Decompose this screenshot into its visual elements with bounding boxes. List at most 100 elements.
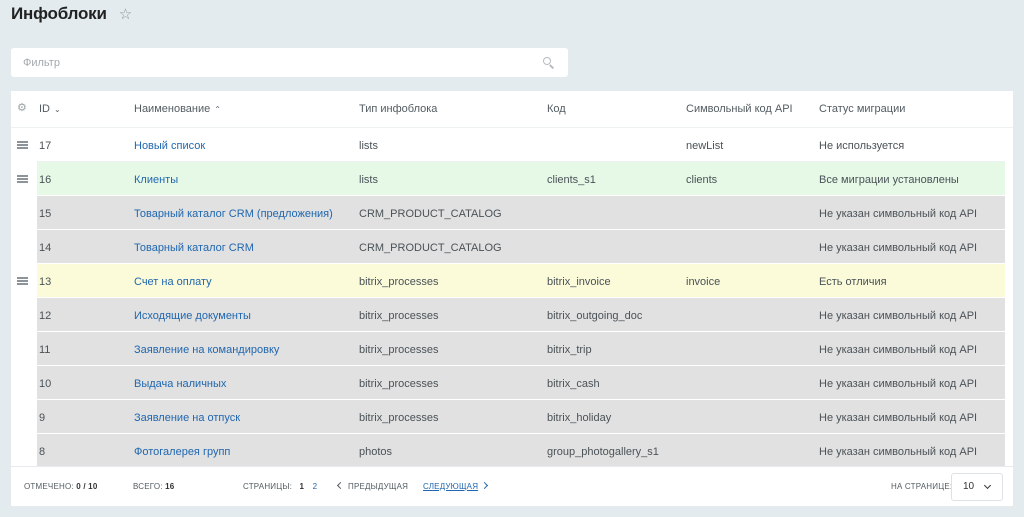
gear-icon[interactable]: ⚙ [17, 103, 27, 114]
pages-label: Страницы: [243, 482, 293, 491]
cell-code: clients_s1 [547, 174, 596, 186]
selected-label: Отмечено: [24, 482, 74, 491]
cell-id: 12 [39, 310, 52, 322]
table-row[interactable]: 17 Новый список lists newList Не используетс… [11, 128, 1013, 162]
cell-type: photos [359, 446, 393, 458]
prev-page-label: Предыдущая [348, 482, 409, 491]
page-link-2[interactable]: 2 [313, 482, 318, 491]
total-label: Всего: [133, 482, 163, 491]
column-header-api-code[interactable]: Символьный код API [686, 91, 793, 128]
grid-header: ⚙ ID ⌄ Наименование ⌃ Тип инфоблока Код Си… [11, 91, 1013, 128]
column-header-status[interactable]: Статус миграции [819, 91, 905, 128]
table-row[interactable]: 15 Товарный каталог CRM (предложения) CRM_… [11, 196, 1013, 230]
cell-type: bitrix_processes [359, 378, 439, 390]
table-row[interactable]: 14 Товарный каталог CRM CRM_PRODUCT_CATALO… [11, 230, 1013, 264]
table-row[interactable]: 13 Счет на оплату bitrix_processes bitrix_i… [11, 264, 1013, 298]
cell-status: Не указан символьный код API [819, 242, 978, 254]
table-row[interactable]: 11 Заявление на командировку bitrix_proces… [11, 332, 1013, 366]
cell-api-code: clients [686, 174, 718, 186]
next-page[interactable]: Следующая [423, 467, 489, 507]
cell-name[interactable]: Заявление на отпуск [134, 400, 240, 434]
column-header-id-label: ID [39, 103, 50, 115]
cell-api-code: newList [686, 140, 724, 152]
per-page-value: 10 [963, 481, 975, 492]
filter-box [11, 48, 568, 77]
cell-status: Не указан символьный код API [819, 344, 978, 356]
star-icon[interactable]: ☆ [119, 7, 132, 22]
cell-status: Все миграции установлены [819, 174, 959, 186]
prev-page[interactable]: Предыдущая [336, 467, 409, 507]
selected-value: 0 / 10 [76, 482, 98, 491]
chevron-right-icon [481, 482, 489, 490]
page-current: 1 [299, 482, 305, 491]
cell-name[interactable]: Товарный каталог CRM (предложения) [134, 196, 333, 230]
cell-status: Не используется [819, 140, 905, 152]
table-row[interactable]: 10 Выдача наличных bitrix_processes bitrix_… [11, 366, 1013, 400]
cell-status: Не указан символьный код API [819, 310, 978, 322]
cell-status: Не указан символьный код API [819, 412, 978, 424]
selected-counter: Отмечено: 0 / 10 [24, 467, 97, 507]
chevron-left-icon [336, 482, 345, 490]
cell-code: bitrix_trip [547, 344, 592, 356]
cell-type: lists [359, 174, 378, 186]
cell-name[interactable]: Исходящие документы [134, 298, 251, 332]
cell-name[interactable]: Новый список [134, 128, 205, 162]
cell-status: Не указан символьный код API [819, 378, 978, 390]
cell-id: 11 [39, 344, 51, 356]
column-header-id[interactable]: ID ⌄ [39, 91, 61, 128]
cell-code: bitrix_cash [547, 378, 600, 390]
drag-handle-icon[interactable] [17, 141, 28, 149]
cell-id: 17 [39, 140, 52, 152]
table-row[interactable]: 16 Клиенты lists clients_s1 clients Все мигра… [11, 162, 1013, 196]
cell-name[interactable]: Заявление на командировку [134, 332, 279, 366]
cell-name[interactable]: Выдача наличных [134, 366, 226, 400]
cell-type: CRM_PRODUCT_CATALOG [359, 242, 502, 254]
per-page-label: На странице: [891, 482, 953, 491]
cell-type: lists [359, 140, 378, 152]
cell-id: 16 [39, 174, 52, 186]
drag-handle-icon[interactable] [17, 277, 28, 285]
cell-type: bitrix_processes [359, 276, 439, 288]
cell-code: bitrix_outgoing_doc [547, 310, 643, 322]
column-header-name-label: Наименование [134, 103, 211, 115]
cell-type: bitrix_processes [359, 412, 439, 424]
page-header: Инфоблоки ☆ [11, 3, 132, 25]
total-value: 16 [165, 482, 175, 491]
cell-name[interactable]: Фотогалерея групп [134, 434, 230, 466]
cell-id: 13 [39, 276, 52, 288]
cell-id: 14 [39, 242, 52, 254]
cell-code: group_photogallery_s1 [547, 446, 659, 458]
sort-asc-icon: ⌃ [214, 105, 221, 114]
cell-code: bitrix_holiday [547, 412, 612, 424]
cell-code: bitrix_invoice [547, 276, 611, 288]
column-header-name[interactable]: Наименование ⌃ [134, 91, 221, 128]
cell-id: 10 [39, 378, 52, 390]
cell-name[interactable]: Счет на оплату [134, 264, 212, 298]
per-page-select[interactable]: 10 [951, 473, 1003, 501]
cell-id: 9 [39, 412, 46, 424]
table-row[interactable]: 8 Фотогалерея групп photos group_photogalle… [11, 434, 1013, 466]
cell-id: 8 [39, 446, 46, 458]
drag-handle-icon[interactable] [17, 175, 28, 183]
cell-type: bitrix_processes [359, 310, 439, 322]
filter-input[interactable] [11, 48, 543, 77]
pagination: Страницы: 1 2 [243, 467, 317, 507]
cell-status: Есть отличия [819, 276, 887, 288]
cell-status: Не указан символьный код API [819, 446, 978, 458]
next-page-label: Следующая [423, 482, 479, 491]
column-header-code[interactable]: Код [547, 91, 566, 128]
column-header-type[interactable]: Тип инфоблока [359, 91, 437, 128]
table-row[interactable]: 9 Заявление на отпуск bitrix_processes bitr… [11, 400, 1013, 434]
cell-name[interactable]: Клиенты [134, 162, 178, 196]
cell-name[interactable]: Товарный каталог CRM [134, 230, 254, 264]
page-title: Инфоблоки [11, 4, 107, 23]
cell-type: bitrix_processes [359, 344, 439, 356]
table-row[interactable]: 12 Исходящие документы bitrix_processes bit… [11, 298, 1013, 332]
chevron-down-icon [983, 481, 992, 490]
cell-type: CRM_PRODUCT_CATALOG [359, 208, 502, 220]
cell-id: 15 [39, 208, 52, 220]
sort-desc-icon: ⌄ [54, 105, 61, 114]
search-icon[interactable] [543, 57, 554, 68]
cell-status: Не указан символьный код API [819, 208, 978, 220]
grid-footer: Отмечено: 0 / 10 Всего: 16 Страницы: 1 2… [11, 466, 1013, 506]
